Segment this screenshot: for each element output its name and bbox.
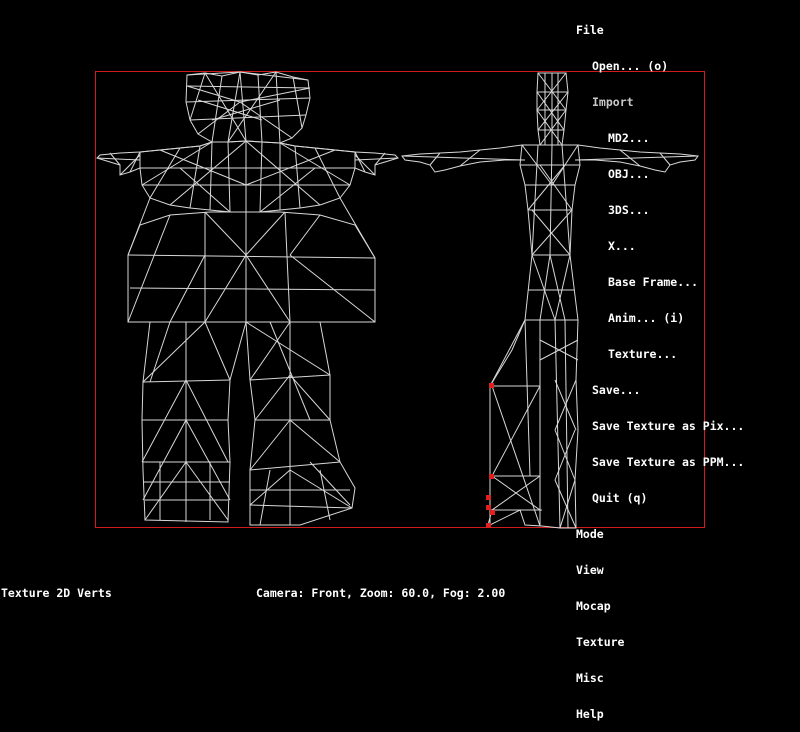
menu-import-texture[interactable]: Texture...	[576, 348, 744, 360]
vertex-handle[interactable]	[486, 523, 491, 528]
menu-help[interactable]: Help	[576, 708, 744, 720]
menu-import-base-frame[interactable]: Base Frame...	[576, 276, 744, 288]
menu-misc[interactable]: Misc	[576, 672, 744, 684]
vertex-handle[interactable]	[486, 505, 491, 510]
vertex-handle[interactable]	[490, 510, 495, 515]
menu-mocap[interactable]: Mocap	[576, 600, 744, 612]
vertex-handle[interactable]	[486, 495, 491, 500]
menu-quit[interactable]: Quit (q)	[576, 492, 744, 504]
menu-import-x[interactable]: X...	[576, 240, 744, 252]
main-menu: File Open... (o) Import MD2... OBJ... 3D…	[576, 0, 744, 732]
menu-save[interactable]: Save...	[576, 384, 744, 396]
menu-save-texture-pix[interactable]: Save Texture as Pix...	[576, 420, 744, 432]
menu-import[interactable]: Import	[576, 96, 744, 108]
vertex-handle[interactable]	[489, 474, 494, 479]
menu-mode[interactable]: Mode	[576, 528, 744, 540]
menu-texture[interactable]: Texture	[576, 636, 744, 648]
menu-import-md2[interactable]: MD2...	[576, 132, 744, 144]
menu-view[interactable]: View	[576, 564, 744, 576]
menu-import-anim[interactable]: Anim... (i)	[576, 312, 744, 324]
status-camera: Camera: Front, Zoom: 60.0, Fog: 2.00	[256, 586, 506, 600]
menu-import-obj[interactable]: OBJ...	[576, 168, 744, 180]
menu-file[interactable]: File	[576, 24, 744, 36]
menu-open[interactable]: Open... (o)	[576, 60, 744, 72]
menu-import-3ds[interactable]: 3DS...	[576, 204, 744, 216]
menu-save-texture-ppm[interactable]: Save Texture as PPM...	[576, 456, 744, 468]
status-mode: Texture 2D Verts	[1, 586, 112, 600]
vertex-handle[interactable]	[489, 383, 494, 388]
front-view-mesh	[96, 71, 399, 526]
